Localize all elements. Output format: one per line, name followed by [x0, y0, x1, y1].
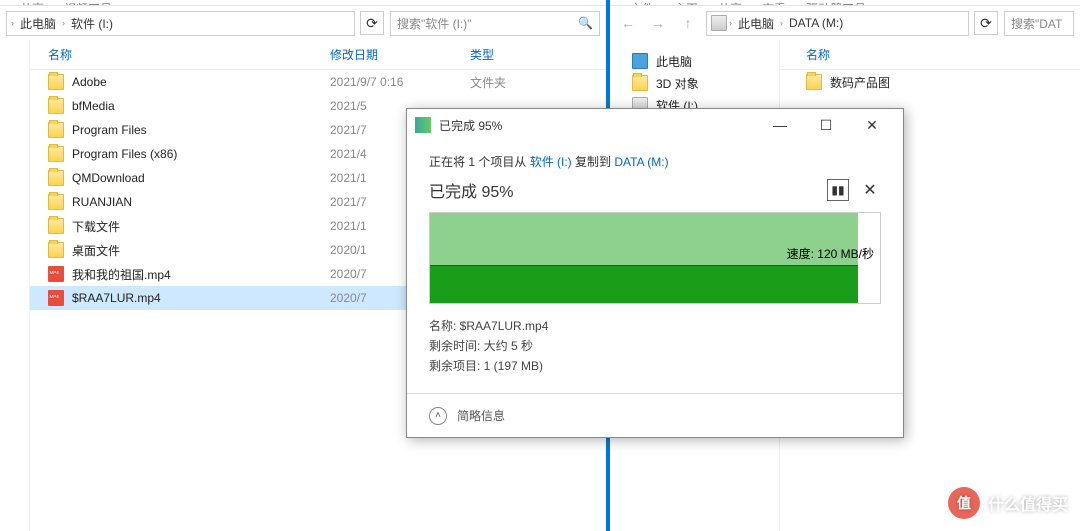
watermark-text: 什么值得买 — [988, 491, 1068, 515]
pause-button[interactable]: ▮▮ — [827, 179, 849, 201]
cancel-button[interactable]: ✕ — [859, 179, 881, 201]
footer-label: 简略信息 — [457, 407, 505, 424]
chevron-right-icon: › — [11, 18, 14, 28]
col-type[interactable]: 类型 — [470, 46, 606, 63]
copy-remain-time: 剩余时间: 大约 5 秒 — [429, 336, 881, 356]
forward-icon[interactable]: → — [646, 11, 670, 35]
file-type: 文件夹 — [470, 74, 606, 91]
speed-graph: 速度: 120 MB/秒 — [429, 212, 881, 304]
copy-progress-dialog: 已完成 95% — ☐ ✕ 正在将 1 个项目从 软件 (I:) 复制到 DAT… — [406, 108, 904, 438]
copy-dst-link[interactable]: DATA (M:) — [614, 155, 668, 169]
refresh-icon[interactable]: ⟳ — [974, 11, 998, 35]
file-name: RUANJIAN — [72, 195, 132, 209]
folder-icon — [48, 146, 64, 162]
folder-icon — [632, 75, 648, 91]
col-name[interactable]: 名称 — [780, 46, 1080, 63]
file-name: Program Files (x86) — [72, 147, 177, 161]
file-name: $RAA7LUR.mp4 — [72, 291, 161, 305]
maximize-button[interactable]: ☐ — [803, 111, 849, 139]
column-headers: 名称 — [780, 40, 1080, 70]
search-placeholder: 搜索"软件 (I:)" — [397, 15, 472, 32]
folder-icon — [48, 98, 64, 114]
dialog-footer[interactable]: ˄ 简略信息 — [407, 393, 903, 437]
search-input[interactable]: 搜索"软件 (I:)" 🔍 — [390, 11, 600, 36]
breadcrumb[interactable]: 软件 (I:) — [67, 15, 117, 32]
copy-description: 正在将 1 个项目从 软件 (I:) 复制到 DATA (M:) — [429, 153, 881, 170]
tree-item[interactable]: 3D 对象 — [614, 72, 775, 94]
back-icon[interactable]: ← — [616, 11, 640, 35]
folder-icon — [48, 242, 64, 258]
breadcrumb[interactable]: 此电脑 — [16, 15, 60, 32]
pc-icon — [632, 53, 648, 69]
folder-icon — [48, 74, 64, 90]
table-row[interactable]: 数码产品图 — [780, 70, 1080, 94]
file-name: QMDownload — [72, 171, 145, 185]
folder-icon — [806, 74, 822, 90]
dialog-titlebar[interactable]: 已完成 95% — ☐ ✕ — [407, 109, 903, 141]
progress-text: 已完成 95% — [429, 178, 513, 202]
search-placeholder: 搜索"DAT — [1011, 15, 1062, 32]
breadcrumb[interactable]: DATA (M:) — [785, 16, 847, 30]
address-bar[interactable]: › 此电脑 › DATA (M:) — [706, 11, 969, 36]
watermark: 值 什么值得买 — [948, 487, 1068, 519]
address-bar[interactable]: › 此电脑 › 软件 (I:) — [6, 11, 355, 36]
file-name: Adobe — [72, 75, 107, 89]
mp4-icon — [48, 266, 64, 282]
drive-icon — [711, 15, 727, 31]
search-icon: 🔍 — [578, 16, 593, 30]
minimize-button[interactable]: — — [757, 111, 803, 139]
file-name: 桌面文件 — [72, 242, 120, 259]
close-button[interactable]: ✕ — [849, 111, 895, 139]
col-date[interactable]: 修改日期 — [330, 46, 470, 63]
copy-prefix: 正在将 1 个项目从 — [429, 155, 530, 169]
table-row[interactable]: Adobe 2021/9/7 0:16文件夹 — [30, 70, 606, 94]
copy-icon — [415, 117, 431, 133]
tree-label: 此电脑 — [656, 53, 692, 70]
copy-remain-items: 剩余项目: 1 (197 MB) — [429, 356, 881, 376]
chevron-right-icon: › — [62, 18, 65, 28]
file-name: bfMedia — [72, 99, 115, 113]
dialog-title: 已完成 95% — [439, 117, 502, 134]
folder-icon — [48, 194, 64, 210]
breadcrumb[interactable]: 此电脑 — [734, 15, 778, 32]
up-icon[interactable]: ↑ — [676, 11, 700, 35]
file-name: 下载文件 — [72, 218, 120, 235]
tree-label: 3D 对象 — [656, 75, 699, 92]
col-name[interactable]: 名称 — [30, 46, 330, 63]
file-name: 数码产品图 — [830, 74, 890, 91]
copy-mid: 复制到 — [572, 155, 615, 169]
chevron-up-icon[interactable]: ˄ — [429, 407, 447, 425]
address-row-right: ← → ↑ › 此电脑 › DATA (M:) ⟳ 搜索"DAT — [610, 6, 1080, 40]
watermark-badge-icon: 值 — [948, 487, 980, 519]
folder-icon — [48, 170, 64, 186]
file-name: Program Files — [72, 123, 147, 137]
tree-item[interactable]: 此电脑 — [614, 50, 775, 72]
chevron-right-icon: › — [729, 18, 732, 28]
folder-icon — [48, 122, 64, 138]
refresh-icon[interactable]: ⟳ — [360, 11, 384, 35]
chevron-right-icon: › — [780, 18, 783, 28]
search-input[interactable]: 搜索"DAT — [1004, 11, 1074, 36]
nav-tree-stub — [0, 40, 30, 531]
file-date: 2021/9/7 0:16 — [330, 75, 470, 89]
copy-filename: 名称: $RAA7LUR.mp4 — [429, 316, 881, 336]
address-row-left: › 此电脑 › 软件 (I:) ⟳ 搜索"软件 (I:)" 🔍 — [0, 6, 606, 40]
folder-icon — [48, 218, 64, 234]
mp4-icon — [48, 290, 64, 306]
copy-src-link[interactable]: 软件 (I:) — [530, 155, 572, 169]
file-name: 我和我的祖国.mp4 — [72, 266, 171, 283]
column-headers: 名称 修改日期 类型 — [30, 40, 606, 70]
speed-label: 速度: 120 MB/秒 — [787, 245, 874, 262]
